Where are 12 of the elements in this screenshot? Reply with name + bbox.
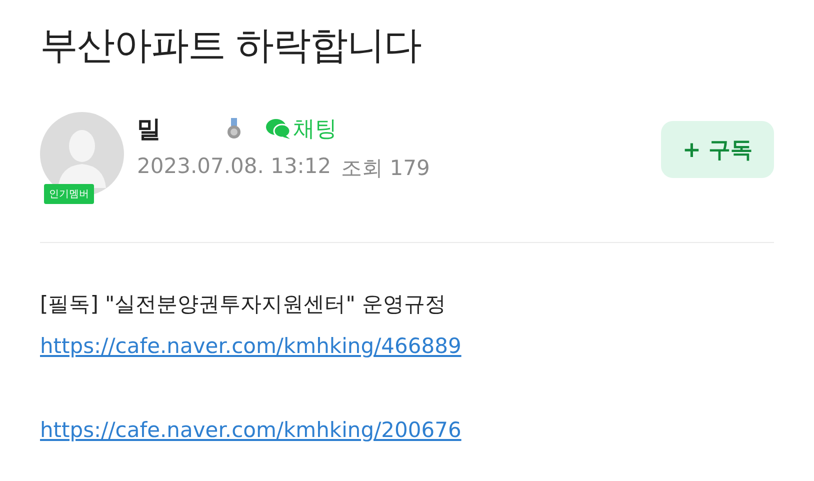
- post-title: 부산아파트 하락합니다: [40, 22, 422, 69]
- view-count: 조회 179: [341, 155, 430, 182]
- body-link[interactable]: https://cafe.naver.com/kmhking/466889: [40, 334, 462, 358]
- body-link[interactable]: https://cafe.naver.com/kmhking/200676: [40, 418, 462, 442]
- subscribe-button[interactable]: + 구독: [661, 121, 774, 178]
- chat-bubble-icon: [265, 118, 291, 140]
- post-date: 2023.07.08. 13:12: [137, 154, 332, 180]
- chat-link[interactable]: 채팅: [265, 114, 337, 144]
- body-text: [필독] "실전분양권투자지원센터" 운영규정: [40, 291, 448, 318]
- author-name[interactable]: 밀: [137, 113, 227, 145]
- medal-icon: [227, 118, 241, 140]
- member-badge: 인기멤버: [44, 184, 94, 204]
